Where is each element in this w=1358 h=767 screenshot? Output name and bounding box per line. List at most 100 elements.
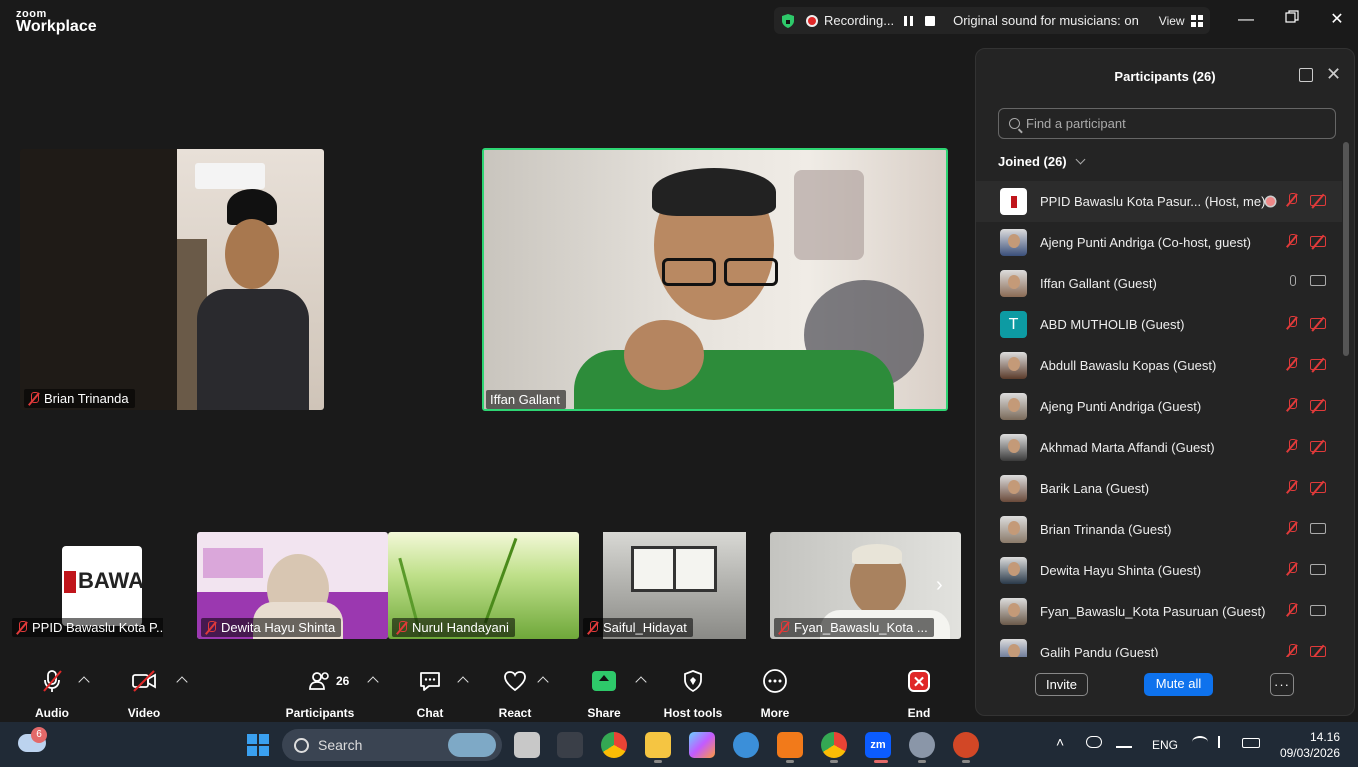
share-button[interactable]: Share [587,668,621,720]
language-indicator[interactable]: ENG [1152,738,1178,752]
windows-start-icon[interactable] [245,732,271,758]
end-meeting-button[interactable]: ✕ End [903,668,935,720]
muted-mic-icon[interactable] [1286,316,1298,330]
view-button[interactable]: View [1159,14,1185,28]
file-explorer-icon[interactable] [645,732,671,758]
react-button[interactable]: React [499,668,531,720]
video-off-icon[interactable] [1310,399,1326,411]
strip-tile-dewita[interactable]: Dewita Hayu Shinta [197,532,388,639]
xampp-icon[interactable] [777,732,803,758]
audio-options-caret-icon[interactable] [78,676,90,688]
participant-row[interactable]: Galih Pandu (Guest) [976,632,1342,657]
video-off-icon[interactable] [1310,440,1326,452]
video-on-icon[interactable] [1310,563,1326,575]
mic-on-icon[interactable] [1290,275,1296,286]
shield-icon [684,670,702,693]
participant-row[interactable]: Abdull Bawaslu Kopas (Guest) [976,345,1342,386]
participant-search-input[interactable]: Find a participant [998,108,1336,139]
video-on-icon[interactable] [1310,522,1326,534]
mute-all-button[interactable]: Mute all [1144,673,1213,696]
react-options-caret-icon[interactable] [537,676,549,688]
chat-options-caret-icon[interactable] [457,676,469,688]
participant-row[interactable]: PPID Bawaslu Kota Pasur... (Host, me) [976,181,1342,222]
video-tile-brian[interactable]: Brian Trinanda [20,149,324,410]
video-tile-iffan-active-speaker[interactable]: Iffan Gallant [482,148,948,411]
more-button[interactable]: More [759,668,791,720]
video-off-icon[interactable] [1310,481,1326,493]
volume-muted-icon[interactable] [1218,736,1232,748]
wifi-icon[interactable] [1192,736,1208,748]
battery-icon[interactable] [1242,738,1260,748]
video-button[interactable]: Video [128,668,160,720]
participant-row[interactable]: Dewita Hayu Shinta (Guest) [976,550,1342,591]
zoom-app-icon[interactable]: zm [865,732,891,758]
taskbar-search-box[interactable]: Search [282,729,502,761]
chrome-profile-icon[interactable] [821,732,847,758]
video-off-icon[interactable] [1310,194,1326,206]
strip-tile-nurul[interactable]: Nurul Handayani [388,532,579,639]
muted-mic-icon[interactable] [1286,234,1298,248]
video-off-icon[interactable] [1310,358,1326,370]
participant-row[interactable]: Iffan Gallant (Guest) [976,263,1342,304]
invite-button[interactable]: Invite [1035,673,1088,696]
participant-row[interactable]: Barik Lana (Guest) [976,468,1342,509]
video-off-icon[interactable] [1310,645,1326,657]
video-on-icon[interactable] [1310,604,1326,616]
copilot-icon[interactable] [689,732,715,758]
minimize-window-button[interactable]: — [1236,10,1256,30]
strip-tile-ppid[interactable]: BAWAS PPID Bawaslu Kota P... [8,532,163,639]
strip-tile-saiful[interactable]: Saiful_Hidayat [579,532,770,639]
share-options-caret-icon[interactable] [635,676,647,688]
participants-button[interactable]: Participants [286,668,354,720]
muted-mic-icon[interactable] [1286,521,1298,535]
chat-button[interactable]: Chat [414,668,446,720]
chrome-icon[interactable] [601,732,627,758]
participant-row[interactable]: Brian Trinanda (Guest) [976,509,1342,550]
more-options-button[interactable]: ··· [1270,673,1294,696]
muted-mic-icon[interactable] [1286,439,1298,453]
widgets-icon[interactable] [557,732,583,758]
tray-overflow-chevron-icon[interactable]: ˄ [1056,734,1064,750]
clock-date[interactable]: 09/03/2026 [1278,746,1340,760]
pop-out-icon[interactable] [1299,68,1313,82]
participant-row[interactable]: T ABD MUTHOLIB (Guest) [976,304,1342,345]
audio-button[interactable]: Audio [35,668,69,720]
next-page-chevron-icon[interactable]: › [936,574,943,597]
host-tools-button[interactable]: Host tools [664,668,722,720]
joined-section-header[interactable]: Joined (26) [998,154,1086,169]
camera-feed [484,150,946,409]
muted-mic-icon[interactable] [1286,480,1298,494]
muted-mic-icon[interactable] [1286,644,1298,657]
powerpoint-icon[interactable] [953,732,979,758]
clock-time[interactable]: 14.16 [1300,730,1340,744]
muted-mic-icon[interactable] [1286,398,1298,412]
participant-list-scrollbar[interactable] [1343,142,1349,356]
maximize-window-button[interactable] [1282,10,1302,30]
stop-recording-icon[interactable] [925,15,936,26]
participant-row[interactable]: Akhmad Marta Affandi (Guest) [976,427,1342,468]
edge-globe-icon[interactable] [733,732,759,758]
video-options-caret-icon[interactable] [176,676,188,688]
strip-tile-fyan[interactable]: › Fyan_Bawaslu_Kota ... [770,532,961,639]
participants-options-caret-icon[interactable] [367,676,379,688]
video-on-icon[interactable] [1310,275,1326,286]
participant-row[interactable]: Fyan_Bawaslu_Kota Pasuruan (Guest) [976,591,1342,632]
participant-row[interactable]: Ajeng Punti Andriga (Co-host, guest) [976,222,1342,263]
close-window-button[interactable]: ✕ [1327,10,1347,30]
task-view-icon[interactable] [514,732,540,758]
muted-mic-icon[interactable] [1286,193,1298,207]
participant-row[interactable]: Ajeng Punti Andriga (Guest) [976,386,1342,427]
pause-recording-icon[interactable] [904,15,914,26]
original-sound-toggle[interactable]: Original sound for musicians: on [953,13,1139,28]
network-off-icon[interactable] [1086,736,1102,748]
video-off-icon[interactable] [1310,317,1326,329]
mic-in-use-icon[interactable] [1116,736,1132,748]
muted-mic-icon[interactable] [1286,603,1298,617]
muted-mic-icon[interactable] [1286,562,1298,576]
settings-gear-icon[interactable] [909,732,935,758]
encryption-shield-icon[interactable] [780,13,796,29]
muted-mic-icon[interactable] [1286,357,1298,371]
grid-view-icon[interactable] [1190,14,1203,27]
close-panel-icon[interactable]: ✕ [1326,64,1341,85]
video-off-icon[interactable] [1310,235,1326,247]
